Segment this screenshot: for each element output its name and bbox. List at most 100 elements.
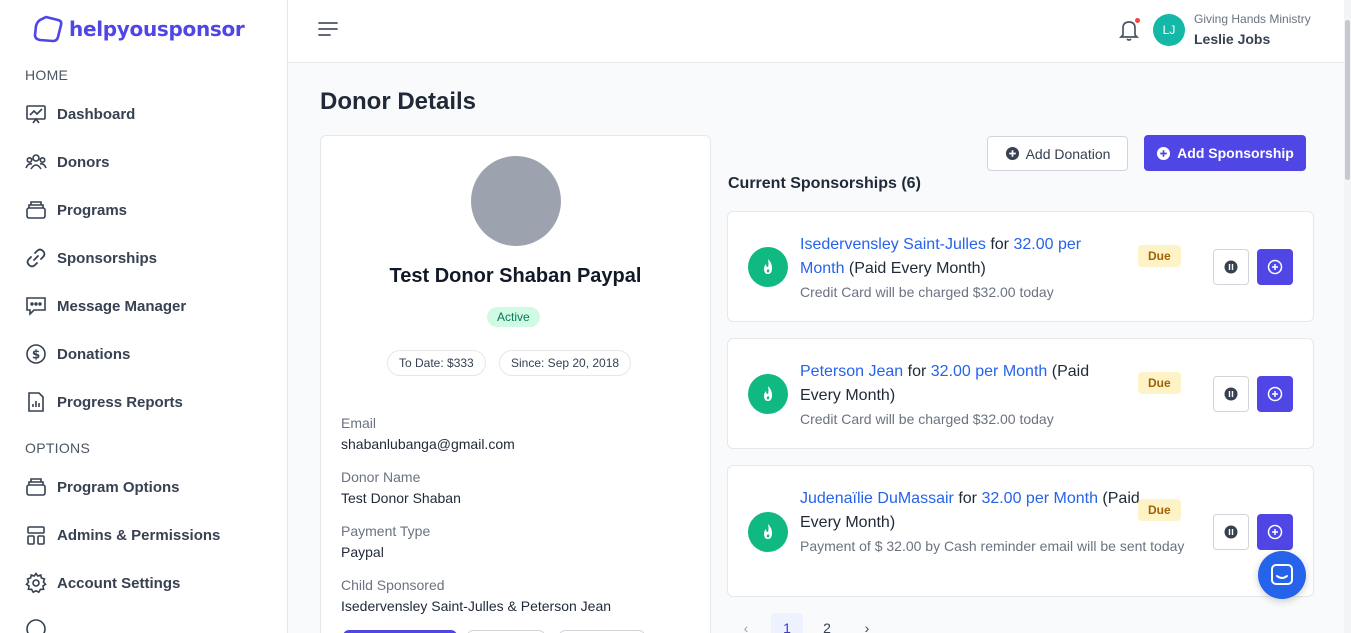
child-sponsored-value: Isedervensley Saint-Julles & Peterson Je…: [341, 598, 612, 614]
to-date-pill: To Date: $333: [387, 350, 486, 376]
top-header: LJ Giving Hands Ministry Leslie Jobs: [288, 0, 1351, 63]
donor-name-value: Test Donor Shaban: [341, 490, 461, 506]
flame-icon: [748, 374, 788, 414]
current-sponsorships-heading: Current Sponsorships (6): [728, 175, 921, 192]
sidebar-item-admins-permissions[interactable]: Admins & Permissions: [25, 521, 220, 549]
sidebar-item-label: Message Manager: [57, 297, 187, 315]
logo-icon: [33, 15, 63, 43]
scrollbar[interactable]: [1344, 0, 1351, 633]
sidebar-item-label: Programs: [57, 201, 128, 219]
donor-name: Test Donor Shaban Paypal: [389, 265, 642, 287]
circle-icon: [25, 618, 47, 633]
sidebar-item-donors[interactable]: Donors: [25, 148, 110, 176]
for-text: for: [958, 490, 977, 507]
donor-profile-card: Test Donor Shaban Paypal Active To Date:…: [320, 135, 711, 633]
child-name-link[interactable]: Judenaïlie DuMassair: [800, 490, 954, 507]
scrollbar-thumb[interactable]: [1345, 20, 1350, 180]
pagination-next[interactable]: ›: [857, 613, 877, 633]
sidebar-item-label: Progress Reports: [57, 393, 183, 411]
pause-icon: [1224, 387, 1238, 401]
charge-note: Credit Card will be charged $32.00 today: [800, 411, 1054, 427]
page-title: Donor Details: [320, 88, 477, 115]
avatar[interactable]: LJ: [1153, 14, 1185, 46]
due-badge: Due: [1138, 245, 1181, 267]
add-payment-button[interactable]: [1257, 376, 1293, 412]
sidebar: helpyousponsor HOME Dashboard Donors Pro…: [0, 0, 288, 633]
pagination-page-2[interactable]: 2: [817, 613, 837, 633]
sidebar-item-progress-reports[interactable]: Progress Reports: [25, 388, 183, 416]
email-label: Email: [341, 415, 377, 431]
payment-type-label: Payment Type: [341, 523, 431, 539]
email-value: shabanlubanga@gmail.com: [341, 436, 515, 452]
sidebar-item-label: Donations: [57, 345, 131, 363]
due-badge: Due: [1138, 499, 1181, 521]
sidebar-item-programs[interactable]: Programs: [25, 196, 127, 224]
sidebar-item-account-settings[interactable]: Account Settings: [25, 569, 180, 597]
sponsorship-card: Judenaïlie DuMassair for 32.00 per Month…: [727, 465, 1314, 597]
sidebar-item-label: Program Options: [57, 478, 180, 496]
pause-button[interactable]: [1213, 376, 1249, 412]
chat-widget-button[interactable]: [1258, 551, 1306, 599]
stack-icon: [25, 476, 47, 498]
for-text: for: [990, 236, 1009, 253]
chat-icon: [1271, 564, 1293, 585]
sidebar-item-label: Sponsorships: [57, 249, 158, 267]
section-home: HOME: [25, 67, 69, 83]
sidebar-item-dashboard[interactable]: Dashboard: [25, 100, 135, 128]
pagination-page-1[interactable]: 1: [771, 613, 803, 633]
child-name-link[interactable]: Peterson Jean: [800, 363, 903, 380]
plus-circle-icon: [1005, 146, 1019, 161]
add-donation-label: Add Donation: [1025, 145, 1111, 162]
organization-name: Giving Hands Ministry: [1194, 12, 1311, 26]
add-donation-button[interactable]: Add Donation: [987, 136, 1128, 171]
donor-name-label: Donor Name: [341, 469, 421, 485]
donor-avatar: [471, 156, 561, 246]
add-sponsorship-button[interactable]: Add Sponsorship: [1144, 135, 1306, 171]
pause-button[interactable]: [1213, 514, 1249, 550]
menu-toggle-icon[interactable]: [318, 20, 338, 43]
add-sponsorship-label: Add Sponsorship: [1177, 145, 1294, 161]
sidebar-item-label: Donors: [57, 153, 110, 171]
status-badge: Active: [487, 307, 540, 327]
due-badge: Due: [1138, 372, 1181, 394]
report-icon: [25, 391, 47, 413]
sidebar-item-program-options[interactable]: Program Options: [25, 473, 180, 501]
child-name-link[interactable]: Isedervensley Saint-Julles: [800, 236, 986, 253]
sidebar-item-more[interactable]: [25, 615, 47, 633]
add-payment-button[interactable]: [1257, 514, 1293, 550]
section-options: OPTIONS: [25, 440, 91, 456]
sidebar-item-label: Account Settings: [57, 574, 181, 592]
amount-link[interactable]: 32.00 per Month: [931, 363, 1048, 380]
charge-note: Payment of $ 32.00 by Cash reminder emai…: [800, 538, 1185, 554]
pause-button[interactable]: [1213, 249, 1249, 285]
sidebar-item-message-manager[interactable]: Message Manager: [25, 292, 186, 320]
sidebar-item-sponsorships[interactable]: Sponsorships: [25, 244, 157, 272]
user-name[interactable]: Leslie Jobs: [1194, 31, 1270, 47]
since-pill: Since: Sep 20, 2018: [499, 350, 632, 376]
sponsorship-card: Peterson Jean for 32.00 per Month (Paid …: [727, 338, 1314, 449]
frequency-text: (Paid Every Month): [848, 260, 986, 277]
pause-icon: [1224, 260, 1238, 274]
logo[interactable]: helpyousponsor: [32, 12, 245, 46]
plus-circle-icon: [1267, 259, 1283, 275]
charge-note: Credit Card will be charged $32.00 today: [800, 284, 1054, 300]
plus-circle-icon: [1157, 146, 1171, 160]
brand-name: helpyousponsor: [69, 17, 245, 41]
chart-icon: [25, 103, 47, 125]
plus-circle-icon: [1267, 386, 1283, 402]
flame-icon: [748, 247, 788, 287]
svg-text:$: $: [32, 348, 40, 362]
sidebar-item-label: Dashboard: [57, 105, 136, 123]
child-sponsored-label: Child Sponsored: [341, 577, 445, 593]
link-icon: [25, 247, 47, 269]
add-payment-button[interactable]: [1257, 249, 1293, 285]
payment-type-value: Paypal: [341, 544, 384, 560]
plus-circle-icon: [1267, 524, 1283, 540]
sponsorship-card: Isedervensley Saint-Julles for 32.00 per…: [727, 211, 1314, 322]
message-icon: [25, 295, 47, 317]
sidebar-item-donations[interactable]: $ Donations: [25, 340, 130, 368]
stack-icon: [25, 199, 47, 221]
pagination-prev[interactable]: ‹: [736, 613, 756, 633]
notification-bell-icon[interactable]: [1117, 17, 1141, 48]
amount-link[interactable]: 32.00 per Month: [981, 490, 1098, 507]
